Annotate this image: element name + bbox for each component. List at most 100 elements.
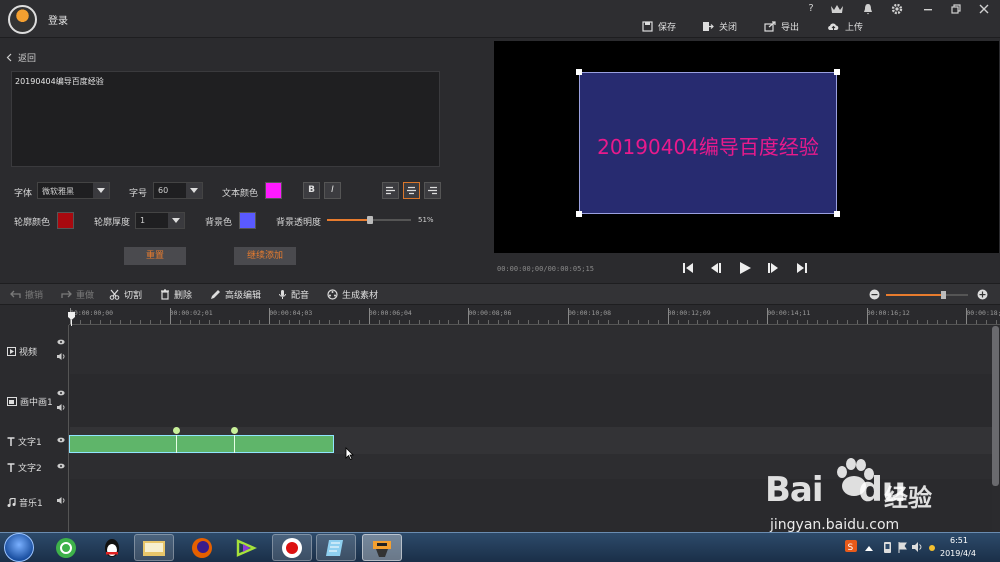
bg-color-swatch[interactable] <box>239 212 256 229</box>
vertical-scrollbar[interactable] <box>992 326 999 486</box>
track-header-pip[interactable]: 画中画1 <box>7 395 53 408</box>
outline-width-select[interactable]: 1 <box>135 212 185 229</box>
settings-gear-icon[interactable] <box>891 3 905 15</box>
ruler-minor-tick <box>279 320 281 324</box>
align-right-icon <box>428 186 437 195</box>
bg-opacity-slider[interactable] <box>327 216 411 224</box>
resize-handle-bottom-left[interactable] <box>576 211 582 217</box>
device-tray-icon[interactable] <box>883 542 892 553</box>
volume-tray-icon[interactable] <box>912 542 923 552</box>
zoom-slider-thumb[interactable] <box>941 291 947 299</box>
track-header-video[interactable]: 视频 <box>7 345 37 358</box>
zoom-in-icon[interactable] <box>977 289 988 300</box>
playhead-marker-icon[interactable] <box>68 312 75 326</box>
clock-time[interactable]: 6:51 <box>950 536 968 545</box>
generate-material-button[interactable]: 生成素材 <box>327 288 378 301</box>
delete-button[interactable]: 删除 <box>160 288 192 301</box>
taskbar-app-360[interactable] <box>46 534 86 561</box>
ruler-minor-tick <box>219 320 221 324</box>
redo-button[interactable]: 重做 <box>61 288 94 301</box>
undo-button[interactable]: 撤销 <box>10 288 43 301</box>
dub-button[interactable]: 配音 <box>278 288 309 301</box>
bg-opacity-slider-thumb[interactable] <box>366 216 373 224</box>
eye-icon[interactable] <box>57 339 65 345</box>
taskbar-app-recorder[interactable] <box>272 534 312 561</box>
ruler-minor-tick <box>189 320 191 324</box>
sogou-ime-icon[interactable]: S <box>845 540 857 552</box>
minimize-icon[interactable] <box>922 3 936 15</box>
text-clip[interactable] <box>69 435 334 453</box>
keyframe-handle[interactable] <box>231 427 238 434</box>
save-button[interactable]: 保存 <box>642 18 676 34</box>
reset-button[interactable]: 重置 <box>124 247 186 265</box>
bold-button[interactable]: B <box>303 182 320 199</box>
align-right-button[interactable] <box>424 182 441 199</box>
text-color-label: 文本颜色 <box>222 189 259 199</box>
cut-button[interactable]: 切割 <box>109 288 142 301</box>
eye-icon[interactable] <box>57 437 65 443</box>
next-frame-icon[interactable] <box>766 261 780 275</box>
speaker-icon[interactable] <box>57 353 65 360</box>
ruler-minor-tick <box>916 320 918 324</box>
taskbar-app-active-editor[interactable] <box>362 534 402 561</box>
track-row-video[interactable] <box>70 326 992 374</box>
login-link[interactable]: 登录 <box>48 12 68 27</box>
export-button[interactable]: 导出 <box>764 18 799 34</box>
ruler-major-tick <box>368 308 370 324</box>
caption-text-input[interactable]: 20190404编导百度经验 <box>11 71 440 167</box>
vip-icon[interactable] <box>830 3 844 15</box>
resize-handle-top-right[interactable] <box>834 69 840 75</box>
back-button[interactable]: 返回 <box>6 51 36 64</box>
taskbar-app-editor[interactable] <box>316 534 356 561</box>
track-header-music[interactable]: 音乐1 <box>7 496 43 509</box>
timeline-toolbar <box>0 283 1000 305</box>
resize-handle-bottom-right[interactable] <box>834 211 840 217</box>
ruler-minor-tick <box>249 320 251 324</box>
align-left-button[interactable] <box>382 182 399 199</box>
zoom-out-icon[interactable] <box>869 289 880 300</box>
ruler-minor-tick <box>508 320 510 324</box>
flag-tray-icon[interactable] <box>898 542 907 553</box>
eye-icon[interactable] <box>57 390 65 396</box>
ruler-minor-tick <box>727 320 729 324</box>
tray-expand-icon[interactable] <box>865 545 873 551</box>
ruler-minor-tick <box>757 320 759 324</box>
keyframe-handle[interactable] <box>173 427 180 434</box>
taskbar-app-firefox[interactable] <box>182 534 222 561</box>
zoom-slider[interactable] <box>886 291 968 299</box>
speaker-icon[interactable] <box>57 404 65 411</box>
ruler-minor-tick <box>597 320 599 324</box>
track-row-pip[interactable] <box>70 374 992 427</box>
continue-add-button[interactable]: 继续添加 <box>234 247 296 265</box>
network-tray-icon[interactable] <box>927 544 937 552</box>
ruler-minor-tick <box>229 320 231 324</box>
notification-bell-icon[interactable] <box>862 3 876 15</box>
upload-button[interactable]: 上传 <box>827 18 863 34</box>
previous-frame-icon[interactable] <box>709 261 723 275</box>
skip-to-start-icon[interactable] <box>681 261 695 275</box>
skip-to-end-icon[interactable] <box>795 261 809 275</box>
italic-button[interactable]: I <box>324 182 341 199</box>
taskbar-app-qq[interactable] <box>92 534 132 561</box>
play-icon[interactable] <box>738 261 752 275</box>
close-window-icon[interactable] <box>978 3 992 15</box>
advanced-edit-button[interactable]: 高级编辑 <box>210 288 261 301</box>
track-header-text1[interactable]: 文字1 <box>7 435 42 448</box>
resize-handle-top-left[interactable] <box>576 69 582 75</box>
outline-color-swatch[interactable] <box>57 212 74 229</box>
text-color-swatch[interactable] <box>265 182 282 199</box>
start-button[interactable] <box>4 533 34 562</box>
clock-date[interactable]: 2019/4/4 <box>940 549 976 558</box>
restore-icon[interactable] <box>950 3 964 15</box>
help-icon[interactable]: ? <box>804 3 818 15</box>
align-center-button[interactable] <box>403 182 420 199</box>
taskbar-app-video[interactable] <box>226 534 266 561</box>
taskbar-app-explorer[interactable] <box>134 534 174 561</box>
close-button[interactable]: 关闭 <box>702 18 737 34</box>
size-select[interactable]: 60 <box>153 182 203 199</box>
font-select[interactable]: 微软雅黑 <box>37 182 110 199</box>
eye-icon[interactable] <box>57 463 65 469</box>
speaker-icon[interactable] <box>57 497 65 504</box>
export-icon <box>764 20 776 32</box>
track-header-text2[interactable]: 文字2 <box>7 461 42 474</box>
